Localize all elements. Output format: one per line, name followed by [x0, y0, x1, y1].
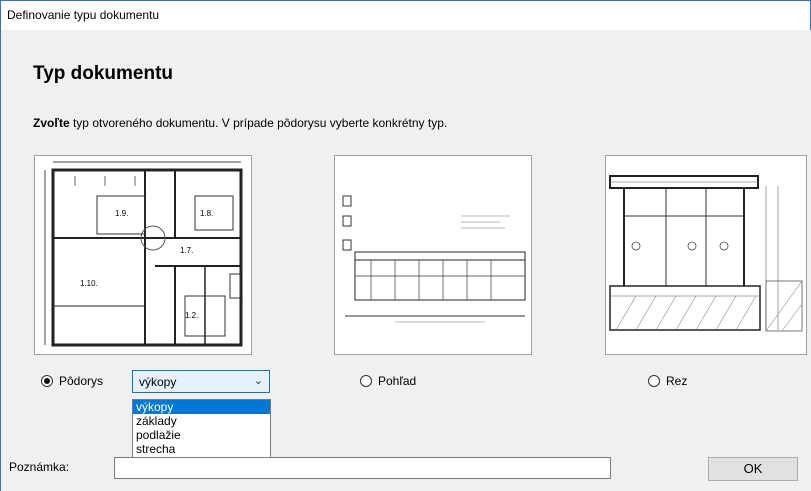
floor-plan-thumbnail[interactable]: 1.9. 1.8. 1.7. 1.10. 1.2. [34, 155, 252, 355]
note-input[interactable] [114, 457, 611, 479]
page-title: Typ dokumentu [33, 63, 174, 84]
elevation-drawing-icon [342, 195, 526, 323]
radio-pohlad[interactable]: Pohľad [360, 374, 416, 388]
title-bar: Definovanie typu dokumentu [0, 0, 811, 30]
chevron-down-icon[interactable]: ⌄ [254, 374, 263, 387]
floor-plan-drawing-icon: 1.9. 1.8. 1.7. 1.10. 1.2. [44, 161, 243, 347]
radio-pohlad-label: Pohľad [378, 374, 417, 388]
radio-rez[interactable]: Rez [648, 374, 687, 388]
dropdown-item-strecha[interactable]: strecha [133, 442, 270, 456]
radio-rez-label: Rez [666, 374, 688, 388]
radio-pohlad-indicator[interactable] [360, 375, 372, 387]
radio-podorys[interactable]: Pôdorys [41, 374, 103, 388]
type-combobox[interactable]: výkopy ⌄ [132, 370, 270, 393]
ok-button[interactable]: OK [708, 457, 798, 481]
section-thumbnail[interactable] [605, 155, 807, 355]
svg-text:1.9.: 1.9. [115, 209, 128, 218]
section-drawing-icon [609, 175, 803, 332]
dropdown-item-zaklady[interactable]: základy [133, 414, 270, 428]
dropdown-item-vykopy[interactable]: výkopy [133, 400, 270, 414]
note-label: Poznámka: [9, 460, 70, 474]
elevation-thumbnail[interactable] [334, 155, 532, 355]
svg-text:1.7.: 1.7. [180, 246, 193, 255]
instruction-text: Zvoľte typ otvoreného dokumentu. V prípa… [33, 116, 447, 130]
radio-podorys-label: Pôdorys [59, 374, 104, 388]
svg-text:1.10.: 1.10. [80, 279, 98, 288]
radio-podorys-indicator[interactable] [41, 375, 53, 387]
window-title: Definovanie typu dokumentu [7, 8, 160, 22]
svg-text:1.8.: 1.8. [200, 209, 213, 218]
instruction-bold: Zvoľte [33, 116, 70, 130]
dropdown-item-podlazie[interactable]: podlažie [133, 428, 270, 442]
type-combobox-value: výkopy [139, 375, 177, 389]
radio-rez-indicator[interactable] [648, 375, 660, 387]
dialog-body: Typ dokumentu Zvoľte typ otvoreného doku… [0, 30, 811, 491]
instruction-rest: typ otvoreného dokumentu. V prípade pôdo… [69, 116, 448, 130]
svg-text:1.2.: 1.2. [185, 311, 198, 320]
